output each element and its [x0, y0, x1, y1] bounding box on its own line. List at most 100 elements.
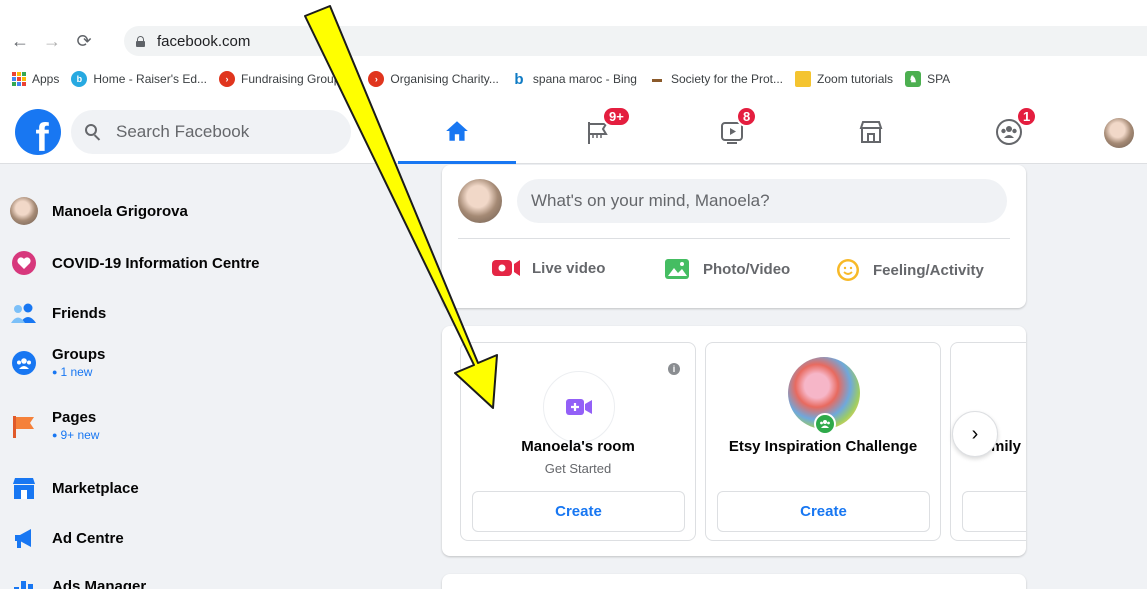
smiley-icon: [837, 259, 859, 281]
profile-avatar[interactable]: [1104, 118, 1134, 148]
sidebar-item-label: Ad Centre: [52, 529, 124, 547]
rooms-carousel: i Manoela's room Get Started Create Etsy…: [442, 326, 1026, 556]
forward-icon[interactable]: →: [40, 29, 64, 53]
bookmark-label: Apps: [32, 72, 60, 86]
home-icon: [446, 120, 468, 141]
browser-chrome: ← → ⟳ facebook.com Apps b Home - Raiser'…: [0, 0, 1147, 100]
facebook-logo[interactable]: f: [15, 109, 61, 155]
sidebar-item-ad-centre[interactable]: Ad Centre: [10, 524, 124, 552]
pages-flag-icon: [10, 412, 38, 440]
post-composer: What's on your mind, Manoela? Live video…: [442, 165, 1026, 308]
bookmark-organising-charity[interactable]: › Organising Charity...: [368, 71, 499, 87]
bookmark-label: Fundraising Groups...: [241, 72, 357, 86]
bookmark-fundraising[interactable]: › Fundraising Groups...: [219, 71, 356, 87]
sidebar-item-friends[interactable]: Friends: [10, 299, 106, 327]
sidebar-item-label: Marketplace: [52, 479, 139, 497]
pages-new-count: 9+ new: [52, 428, 99, 442]
bookmark-spa[interactable]: ♞ SPA: [905, 71, 950, 87]
sidebar-item-profile[interactable]: Manoela Grigorova: [10, 197, 188, 225]
info-icon[interactable]: i: [668, 363, 680, 375]
bookmark-society[interactable]: ▬ Society for the Prot...: [649, 71, 783, 87]
bookmark-zoom[interactable]: Zoom tutorials: [795, 71, 893, 87]
url-text: facebook.com: [157, 32, 251, 50]
bookmark-label: Zoom tutorials: [817, 72, 894, 86]
room-title: Etsy Inspiration Challenge: [728, 438, 918, 455]
live-video-label: Live video: [532, 259, 606, 277]
status-input[interactable]: What's on your mind, Manoela?: [517, 179, 1007, 223]
apps-grid-icon: [12, 72, 26, 86]
spa-icon: ♞: [905, 71, 922, 87]
facebook-header: f Search Facebook 9+ 8 1: [0, 100, 1147, 164]
bookmark-raisers-edge[interactable]: b Home - Raiser's Ed...: [71, 71, 207, 87]
room-title: Manoela's room: [521, 438, 635, 455]
live-video-button[interactable]: Live video: [490, 257, 605, 279]
sidebar-item-groups[interactable]: Groups 1 new: [10, 346, 105, 379]
reload-icon[interactable]: ⟳: [72, 29, 96, 53]
carousel-next-button[interactable]: ›: [952, 411, 998, 457]
create-room-button[interactable]: Create: [472, 491, 685, 532]
chevron-right-icon: ›: [971, 422, 979, 445]
raisers-edge-icon: b: [71, 71, 88, 87]
bookmarks-bar: Apps b Home - Raiser's Ed... › Fundraisi…: [0, 65, 1147, 93]
next-feed-card: [442, 574, 1026, 589]
bookmark-label: spana maroc - Bing: [532, 72, 637, 86]
sidebar-item-label: Ads Manager: [52, 577, 147, 589]
bar-chart-icon: [10, 572, 38, 589]
bookmark-label: Organising Charity...: [390, 72, 499, 86]
fundraising-icon: ›: [219, 71, 236, 87]
tab-pages[interactable]: 9+: [540, 100, 658, 164]
sidebar-item-pages[interactable]: Pages 9+ new: [10, 409, 99, 442]
bing-icon: b: [514, 70, 524, 88]
watch-badge: 8: [736, 106, 758, 127]
search-placeholder: Search Facebook: [116, 122, 250, 141]
sidebar-item-ads-manager[interactable]: Ads Manager: [10, 572, 146, 589]
megaphone-icon: [10, 524, 38, 552]
search-icon: [85, 123, 102, 141]
create-room-button[interactable]: [962, 491, 1026, 532]
sidebar-item-label: Manoela Grigorova: [52, 202, 188, 220]
sidebar-item-label: Groups: [52, 346, 106, 363]
avatar: [458, 179, 502, 223]
bookmark-label: Society for the Prot...: [670, 72, 784, 86]
sidebar-item-label: Pages: [52, 409, 97, 426]
status-placeholder: What's on your mind, Manoela?: [531, 191, 770, 210]
create-room-icon: [566, 399, 592, 415]
tab-watch[interactable]: 8: [674, 100, 792, 164]
folder-icon: [795, 71, 812, 87]
address-bar[interactable]: facebook.com: [124, 26, 1147, 56]
society-icon: ▬: [651, 73, 662, 85]
bookmark-label: SPA: [927, 72, 951, 86]
avatar: [10, 197, 38, 225]
group-cover-image: [788, 357, 860, 435]
back-icon[interactable]: ←: [8, 29, 32, 53]
room-card: i Manoela's room Get Started Create: [460, 342, 696, 541]
lock-icon: [136, 35, 145, 47]
group-badge-icon: [814, 413, 836, 435]
tab-home[interactable]: [398, 100, 516, 164]
tab-marketplace[interactable]: [812, 100, 930, 164]
sidebar-item-label: COVID-19 Information Centre: [52, 254, 260, 272]
search-input[interactable]: Search Facebook: [71, 110, 351, 154]
friends-icon: [10, 299, 38, 327]
feeling-activity-button[interactable]: Feeling/Activity: [835, 257, 984, 283]
create-room-button[interactable]: Create: [717, 491, 930, 532]
groups-badge: 1: [1016, 106, 1038, 127]
sidebar-item-label: Friends: [52, 304, 107, 322]
photo-video-label: Photo/Video: [703, 260, 791, 278]
tab-groups[interactable]: 1: [950, 100, 1068, 164]
sidebar-item-marketplace[interactable]: Marketplace: [10, 474, 139, 502]
photo-icon: [665, 259, 689, 279]
marketplace-icon: [859, 121, 883, 143]
bookmark-spana[interactable]: b spana maroc - Bing: [511, 70, 637, 88]
pages-badge: 9+: [602, 106, 631, 127]
covid-heart-icon: [10, 249, 38, 277]
divider: [458, 238, 1010, 239]
feeling-activity-label: Feeling/Activity: [873, 261, 984, 279]
marketplace-icon: [10, 474, 38, 502]
room-subtitle: Get Started: [544, 461, 612, 476]
charity-icon: ›: [368, 71, 385, 87]
bookmark-apps[interactable]: Apps: [12, 72, 59, 86]
room-card: Etsy Inspiration Challenge Create: [705, 342, 941, 541]
sidebar-item-covid[interactable]: COVID-19 Information Centre: [10, 249, 260, 277]
photo-video-button[interactable]: Photo/Video: [663, 257, 790, 281]
